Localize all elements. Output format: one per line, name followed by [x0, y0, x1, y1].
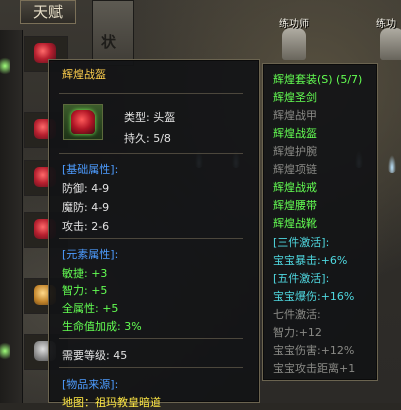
base-attr-header: [基础属性]: [62, 163, 119, 176]
stat-value: 4-9 [91, 201, 110, 214]
npc-trainer-figure-2[interactable] [380, 28, 401, 60]
npc-trainer-name-2: 练功 [376, 19, 396, 30]
item-type: 类型: 头盔 [124, 109, 175, 125]
npc-trainer-name: 练功师 [279, 19, 309, 30]
item-type-value: 头盔 [153, 111, 176, 124]
stat-label: 生命值加成: [62, 320, 121, 333]
helmet-icon [71, 110, 95, 134]
stat-attack: 攻击: 2-6 [62, 218, 109, 234]
blue-flame-effect [388, 155, 396, 173]
set-piece-owned: 辉煌圣剑 [273, 91, 317, 104]
set-bonus-7-header: 七件激活: [273, 308, 321, 321]
element-attr-header: [元素属性]: [62, 248, 119, 261]
set-bonus-7-value: 宝宝伤害:+12% [273, 344, 355, 357]
item-durability-label: 持久: [124, 132, 150, 145]
item-source-map: 地图：祖玛教皇暗道 [62, 396, 161, 409]
green-glow-effect [0, 55, 10, 77]
stat-label: 全属性: [62, 302, 99, 315]
stone-pillar: 状 [92, 0, 134, 66]
item-tooltip: 辉煌战盔 类型: 头盔 持久: 5/8 [基础属性]: 防御: 4-9 魔防: … [48, 59, 260, 409]
stat-defense: 防御: 4-9 [62, 180, 109, 196]
stat-label: 智力: [62, 284, 88, 297]
item-durability-value: 5/8 [153, 132, 171, 145]
stat-label: 攻击: [62, 220, 88, 233]
set-piece-missing: 辉煌项链 [273, 163, 317, 176]
stat-intelligence: 智力: +5 [62, 282, 107, 298]
required-level-label: 需要等级: [62, 349, 110, 362]
stat-all-attributes: 全属性: +5 [62, 300, 118, 316]
stat-label: 防御: [62, 182, 88, 195]
set-piece-owned: 辉煌战盔 [273, 127, 317, 140]
set-piece-owned: 辉煌战靴 [273, 217, 317, 230]
required-level-value: 45 [113, 349, 128, 362]
item-icon-frame [63, 104, 103, 140]
divider [59, 153, 243, 154]
set-bonus-3-value: 宝宝暴击:+6% [273, 254, 348, 267]
stone-pillar-char: 状 [101, 33, 117, 51]
set-bonus-7-value: 宝宝攻击距离+1 [273, 362, 356, 375]
set-bonus-5-header: [五件激活]: [273, 272, 330, 285]
stat-value: +5 [102, 302, 119, 315]
set-piece-owned: 辉煌腰带 [273, 199, 317, 212]
set-piece-missing: 辉煌战甲 [273, 109, 317, 122]
set-piece-owned: 辉煌战戒 [273, 181, 317, 194]
required-level: 需要等级: 45 [62, 347, 127, 363]
set-bonus-7-value: 智力:+12 [273, 326, 322, 339]
item-type-label: 类型: [124, 111, 150, 124]
divider [59, 238, 243, 239]
stat-value: +5 [91, 284, 108, 297]
divider [59, 93, 243, 94]
set-bonus-3-header: [三件激活]: [273, 236, 330, 249]
stat-hp-bonus: 生命值加成: 3% [62, 318, 142, 334]
stat-label: 魔防: [62, 201, 88, 214]
stat-value: 2-6 [91, 220, 110, 233]
stat-magic-defense: 魔防: 4-9 [62, 199, 109, 215]
set-bonus-tooltip: 辉煌套装(S) (5/7) 辉煌圣剑 辉煌战甲 辉煌战盔 辉煌护腕 辉煌项链 辉… [262, 63, 378, 381]
npc-trainer-figure[interactable] [282, 28, 306, 60]
set-bonus-5-value: 宝宝爆伤:+16% [273, 290, 355, 303]
stat-value: 4-9 [91, 182, 110, 195]
item-source-header: [物品来源]: [62, 378, 119, 391]
item-durability: 持久: 5/8 [124, 130, 171, 146]
stat-label: 敏捷: [62, 267, 88, 280]
green-glow-effect [0, 340, 10, 362]
stat-agility: 敏捷: +3 [62, 265, 107, 281]
divider [59, 367, 243, 368]
set-title: 辉煌套装(S) (5/7) [273, 73, 363, 86]
set-piece-missing: 辉煌护腕 [273, 145, 317, 158]
item-name: 辉煌战盔 [62, 68, 106, 81]
stat-value: +3 [91, 267, 108, 280]
stat-value: 3% [124, 320, 142, 333]
talent-tab[interactable]: 天赋 [20, 0, 76, 24]
divider [59, 338, 243, 339]
